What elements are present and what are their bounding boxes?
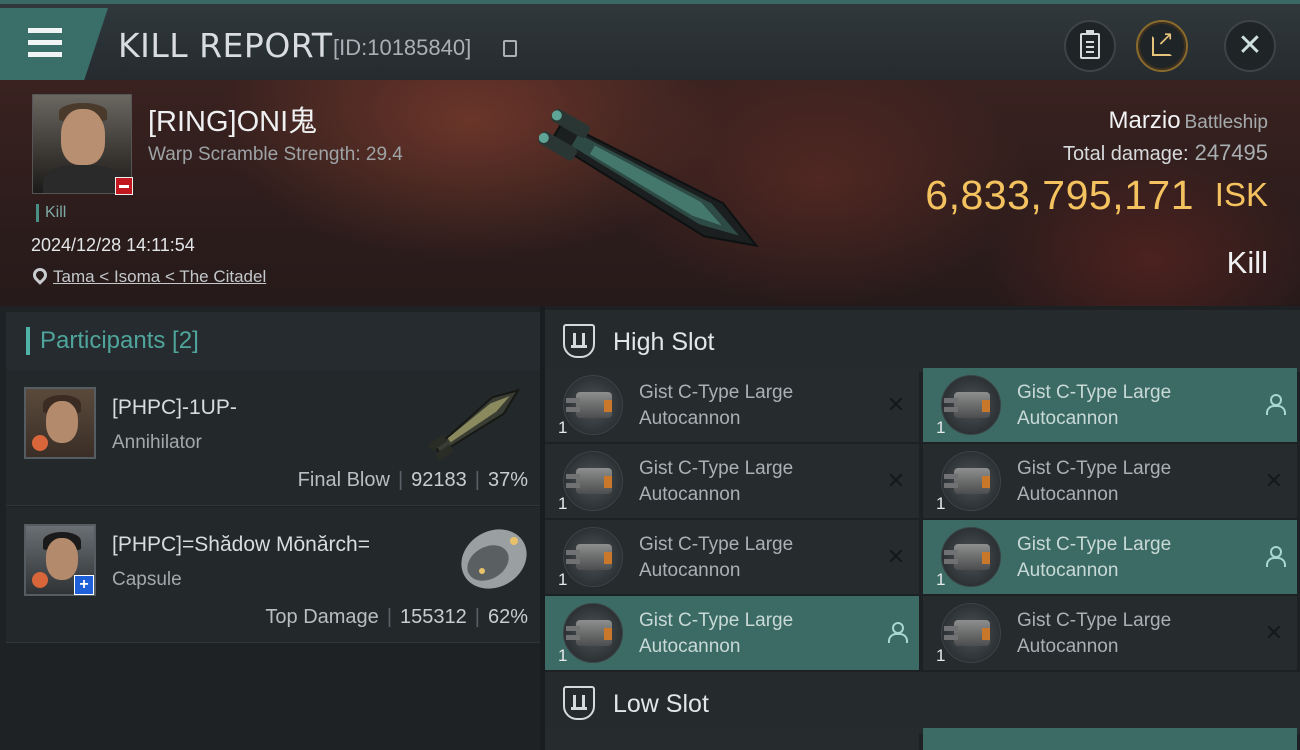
module-quantity: 1 xyxy=(936,494,946,513)
participant-card[interactable]: + [PHPC]=Shădow Mōnărch= Capsule Top Dam… xyxy=(6,507,540,643)
low-slot-header: Low Slot xyxy=(545,672,1300,734)
participant-name: [PHPC]-1UP- xyxy=(112,396,237,419)
kill-tag: Kill xyxy=(36,204,66,222)
plus-icon: + xyxy=(74,575,94,595)
destroyed-x-icon: ✕ xyxy=(1264,620,1284,645)
module-tile[interactable]: 1 Gist C-Type Large Autocannon xyxy=(923,368,1297,442)
page-title: KILL REPORT xyxy=(118,26,333,65)
autocannon-icon xyxy=(941,375,1001,435)
module-quantity: 1 xyxy=(936,646,946,665)
participant-stats: Top Damage | 155312 | 62% xyxy=(265,606,528,628)
module-name: Gist C-Type Large Autocannon xyxy=(1017,382,1172,429)
module-quantity: 1 xyxy=(558,646,568,665)
location-link[interactable]: Tama < Isoma < The Citadel xyxy=(53,267,266,287)
participants-title: Participants [2] xyxy=(40,327,199,354)
participant-stats: Final Blow | 92183 | 37% xyxy=(297,469,528,491)
module-tile[interactable]: 1 Gist C-Type Large Autocannon ✕ xyxy=(545,520,919,594)
annihilator-ship-icon xyxy=(427,388,521,462)
autocannon-icon xyxy=(563,375,623,435)
autocannon-icon xyxy=(941,603,1001,663)
low-slot-module-partial[interactable] xyxy=(545,728,919,750)
module-name: Gist C-Type Large Autocannon xyxy=(1017,534,1172,581)
share-button[interactable] xyxy=(1136,20,1188,72)
result-label: Kill xyxy=(1226,245,1268,280)
low-slot-title: Low Slot xyxy=(613,690,709,718)
module-name: Gist C-Type Large Autocannon xyxy=(639,382,794,429)
module-name: Gist C-Type Large Autocannon xyxy=(639,458,794,505)
warp-scramble-strength: Warp Scramble Strength: 29.4 xyxy=(148,144,403,165)
share-icon xyxy=(1152,26,1174,56)
negative-standing-badge xyxy=(115,177,133,195)
destroyed-x-icon: ✕ xyxy=(886,544,906,569)
participants-header[interactable]: Participants [2] xyxy=(6,312,540,370)
module-tile[interactable]: 1 Gist C-Type Large Autocannon xyxy=(923,520,1297,594)
copy-icon[interactable] xyxy=(503,40,517,57)
module-name: Gist C-Type Large Autocannon xyxy=(1017,610,1172,657)
dropped-person-icon xyxy=(1265,546,1286,567)
module-quantity: 1 xyxy=(936,418,946,437)
high-slot-title: High Slot xyxy=(613,328,715,356)
clipboard-button[interactable] xyxy=(1064,20,1116,72)
autocannon-icon xyxy=(941,527,1001,587)
autocannon-icon xyxy=(563,603,623,663)
autocannon-icon xyxy=(563,451,623,511)
destroyed-x-icon: ✕ xyxy=(886,392,906,417)
module-quantity: 1 xyxy=(558,570,568,589)
participant-name: [PHPC]=Shădow Mōnărch= xyxy=(112,533,370,556)
location-pin-icon xyxy=(30,265,50,285)
module-tile[interactable]: 1 Gist C-Type Large Autocannon ✕ xyxy=(923,444,1297,518)
module-quantity: 1 xyxy=(936,570,946,589)
ship-name: Marzio Battleship xyxy=(1108,107,1268,134)
victim-ship-image xyxy=(538,108,759,248)
high-slot-icon xyxy=(563,324,595,358)
clipboard-icon xyxy=(1080,30,1100,59)
autocannon-icon xyxy=(941,451,1001,511)
module-tile[interactable]: 1 Gist C-Type Large Autocannon ✕ xyxy=(545,444,919,518)
module-quantity: 1 xyxy=(558,418,568,437)
dropped-person-icon xyxy=(1265,394,1286,415)
module-tile[interactable]: 1 Gist C-Type Large Autocannon ✕ xyxy=(923,596,1297,670)
destroyed-x-icon: ✕ xyxy=(886,468,906,493)
low-slot-module-partial[interactable] xyxy=(923,728,1297,750)
autocannon-icon xyxy=(563,527,623,587)
total-damage: Total damage: 247495 xyxy=(1062,140,1268,165)
close-icon: ✕ xyxy=(1237,29,1263,62)
participant-avatar[interactable] xyxy=(24,387,96,459)
module-name: Gist C-Type Large Autocannon xyxy=(639,610,794,657)
isk-unit: ISK xyxy=(1214,176,1268,213)
participant-ship: Annihilator xyxy=(112,432,202,453)
participant-card[interactable]: [PHPC]-1UP- Annihilator Final Blow | 92183… xyxy=(6,370,540,506)
destroyed-x-icon: ✕ xyxy=(1264,468,1284,493)
module-name: Gist C-Type Large Autocannon xyxy=(1017,458,1172,505)
victim-name[interactable]: [RING]ONI鬼 xyxy=(148,98,317,140)
menu-icon xyxy=(28,28,62,33)
module-quantity: 1 xyxy=(558,494,568,513)
corp-badge-icon xyxy=(32,572,48,588)
top-bar: KILL REPORT [ID:10185840] ✕ xyxy=(0,0,1300,80)
report-id: [ID:10185840] xyxy=(333,35,472,60)
participants-panel: Participants [2] [PHPC]-1UP- Annihilator… xyxy=(0,306,540,750)
participant-ship: Capsule xyxy=(112,569,182,590)
module-name: Gist C-Type Large Autocannon xyxy=(639,534,794,581)
kill-datetime: 2024/12/28 14:11:54 xyxy=(31,235,195,255)
low-slot-icon xyxy=(563,686,595,720)
high-slot-header: High Slot xyxy=(545,310,1300,372)
close-button[interactable]: ✕ xyxy=(1224,20,1276,72)
kill-summary: [RING]ONI鬼 Warp Scramble Strength: 29.4 … xyxy=(0,80,1300,306)
fitting-panel: High Slot 1 Gist C-Type Large Autocannon ✕ 1… xyxy=(545,306,1300,750)
menu-button[interactable] xyxy=(0,8,108,80)
capsule-ship-icon xyxy=(461,529,527,589)
isk-value: 6,833,795,171 xyxy=(925,172,1194,218)
module-tile[interactable]: 1 Gist C-Type Large Autocannon xyxy=(545,596,919,670)
corp-badge-icon xyxy=(32,435,48,451)
dropped-person-icon xyxy=(887,622,908,643)
module-tile[interactable]: 1 Gist C-Type Large Autocannon ✕ xyxy=(545,368,919,442)
